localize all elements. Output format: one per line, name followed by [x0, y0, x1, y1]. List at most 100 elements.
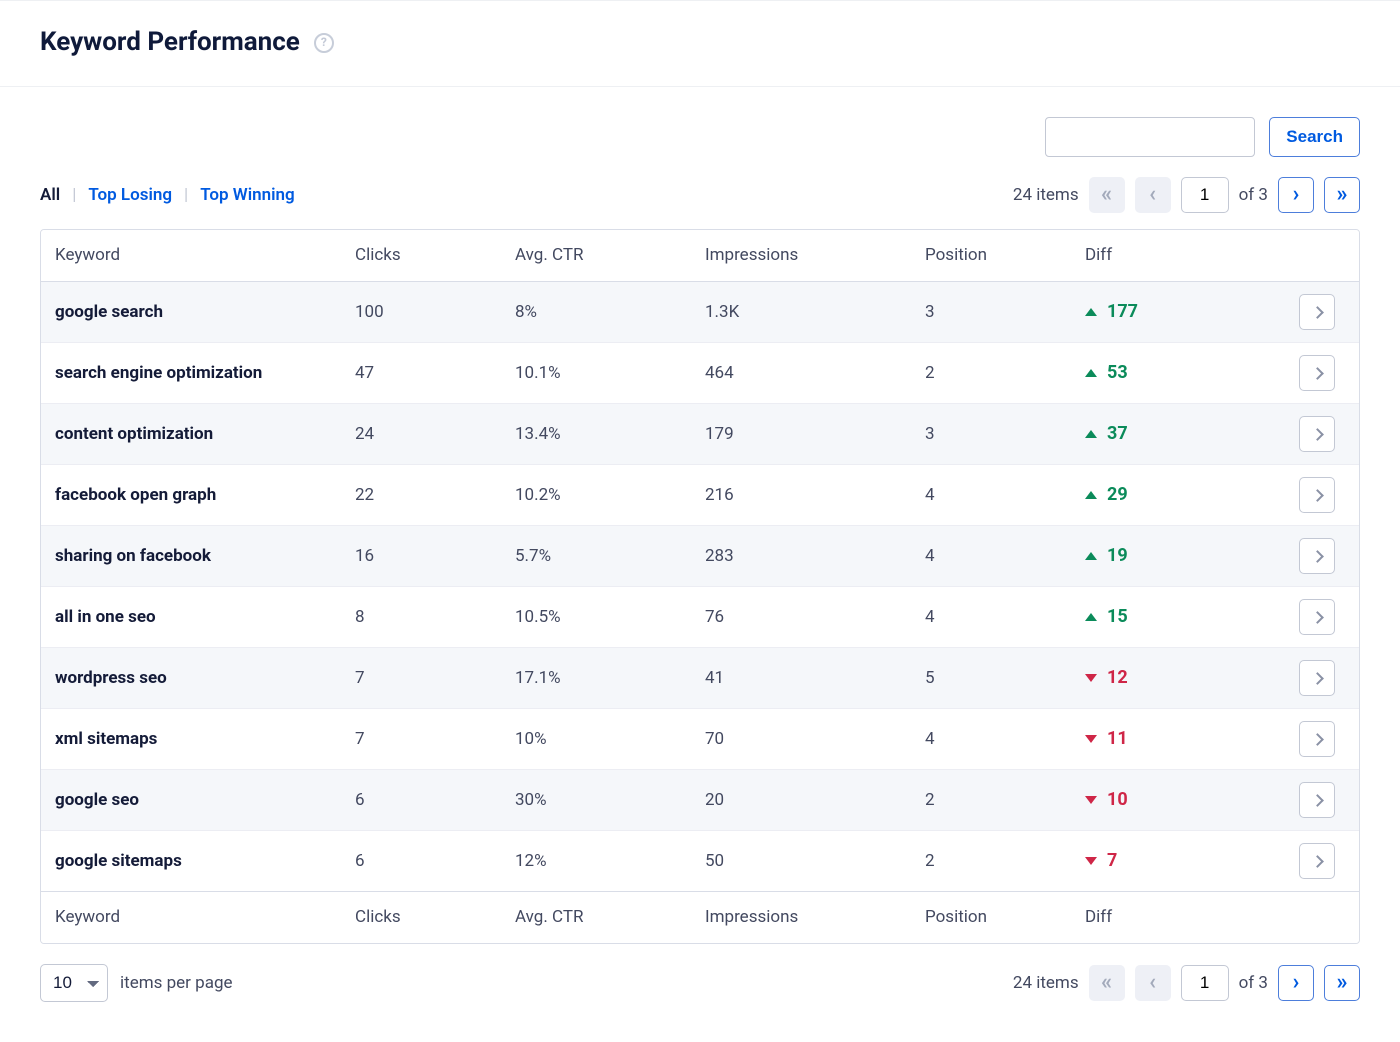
cell-position: 2 [925, 789, 1085, 812]
cell-position: 2 [925, 362, 1085, 385]
cell-position: 4 [925, 728, 1085, 751]
tab-separator: | [72, 184, 76, 207]
trend-down-icon [1085, 796, 1097, 804]
cell-diff: 177 [1085, 300, 1255, 324]
cell-keyword: google sitemaps [55, 850, 355, 873]
expand-row-button[interactable] [1299, 721, 1335, 757]
expand-row-button[interactable] [1299, 782, 1335, 818]
cell-keyword: search engine optimization [55, 362, 355, 385]
items-per-page-select[interactable]: 10 [40, 964, 108, 1002]
cell-clicks: 6 [355, 789, 515, 812]
diff-value: 11 [1107, 727, 1128, 751]
items-count: 24 items [1013, 184, 1079, 207]
col-position-foot: Position [925, 906, 1085, 929]
cell-diff: 15 [1085, 605, 1255, 629]
table-row: content optimization2413.4%179337 [41, 404, 1359, 465]
diff-value: 10 [1107, 788, 1128, 812]
table-row: all in one seo810.5%76415 [41, 587, 1359, 648]
page-of-label: of 3 [1239, 184, 1268, 207]
items-per-page-label: items per page [120, 972, 233, 995]
cell-ctr: 12% [515, 850, 705, 873]
col-clicks[interactable]: Clicks [355, 244, 515, 267]
expand-row-button[interactable] [1299, 477, 1335, 513]
pagination-bottom: 24 items « ‹ of 3 › » [1013, 965, 1360, 1001]
cell-clicks: 22 [355, 484, 515, 507]
col-position[interactable]: Position [925, 244, 1085, 267]
cell-clicks: 7 [355, 667, 515, 690]
cell-ctr: 10.2% [515, 484, 705, 507]
expand-row-button[interactable] [1299, 843, 1335, 879]
expand-row-button[interactable] [1299, 599, 1335, 635]
tab-top-winning[interactable]: Top Winning [200, 184, 294, 207]
cell-ctr: 10.1% [515, 362, 705, 385]
cell-diff: 19 [1085, 544, 1255, 568]
page-number-input-bottom[interactable] [1181, 965, 1229, 1001]
trend-up-icon [1085, 430, 1097, 438]
cell-ctr: 10% [515, 728, 705, 751]
cell-clicks: 100 [355, 301, 515, 324]
trend-up-icon [1085, 613, 1097, 621]
cell-position: 2 [925, 850, 1085, 873]
table-row: google search1008%1.3K3177 [41, 282, 1359, 343]
next-page-button[interactable]: › [1278, 177, 1314, 213]
cell-diff: 29 [1085, 483, 1255, 507]
tab-top-losing[interactable]: Top Losing [88, 184, 172, 207]
page-of-label-bottom: of 3 [1239, 972, 1268, 995]
col-ctr[interactable]: Avg. CTR [515, 244, 705, 267]
expand-row-button[interactable] [1299, 294, 1335, 330]
col-keyword[interactable]: Keyword [55, 244, 355, 267]
search-input[interactable] [1045, 117, 1255, 157]
chevron-right-icon [1311, 794, 1324, 807]
cell-impressions: 283 [705, 545, 925, 568]
diff-value: 37 [1107, 422, 1128, 446]
cell-clicks: 16 [355, 545, 515, 568]
cell-ctr: 8% [515, 301, 705, 324]
pagination-top: 24 items « ‹ of 3 › » [1013, 177, 1360, 213]
chevron-right-icon [1311, 672, 1324, 685]
chevron-right-icon [1311, 855, 1324, 868]
last-page-button[interactable]: » [1324, 177, 1360, 213]
col-diff[interactable]: Diff [1085, 244, 1255, 267]
next-page-button-bottom[interactable]: › [1278, 965, 1314, 1001]
cell-position: 3 [925, 301, 1085, 324]
help-icon[interactable]: ? [314, 33, 334, 53]
col-impressions[interactable]: Impressions [705, 244, 925, 267]
table-row: wordpress seo717.1%41512 [41, 648, 1359, 709]
prev-page-button-bottom: ‹ [1135, 965, 1171, 1001]
chevron-right-icon [1311, 733, 1324, 746]
cell-diff: 10 [1085, 788, 1255, 812]
cell-diff: 53 [1085, 361, 1255, 385]
page-number-input[interactable] [1181, 177, 1229, 213]
first-page-button: « [1089, 177, 1125, 213]
page-title: Keyword Performance [40, 25, 300, 60]
expand-row-button[interactable] [1299, 538, 1335, 574]
cell-impressions: 179 [705, 423, 925, 446]
table-row: sharing on facebook165.7%283419 [41, 526, 1359, 587]
trend-down-icon [1085, 735, 1097, 743]
cell-position: 4 [925, 484, 1085, 507]
diff-value: 53 [1107, 361, 1128, 385]
cell-position: 4 [925, 545, 1085, 568]
cell-ctr: 5.7% [515, 545, 705, 568]
cell-diff: 11 [1085, 727, 1255, 751]
cell-clicks: 6 [355, 850, 515, 873]
search-button[interactable]: Search [1269, 117, 1360, 157]
col-impressions-foot: Impressions [705, 906, 925, 929]
trend-up-icon [1085, 491, 1097, 499]
cell-impressions: 464 [705, 362, 925, 385]
chevron-right-icon [1311, 428, 1324, 441]
expand-row-button[interactable] [1299, 416, 1335, 452]
table-row: google seo630%20210 [41, 770, 1359, 831]
last-page-button-bottom[interactable]: » [1324, 965, 1360, 1001]
tab-all[interactable]: All [40, 184, 60, 207]
chevron-right-icon [1311, 367, 1324, 380]
chevron-right-icon [1311, 611, 1324, 624]
cell-ctr: 17.1% [515, 667, 705, 690]
cell-keyword: sharing on facebook [55, 545, 355, 568]
diff-value: 177 [1107, 300, 1138, 324]
col-keyword-foot: Keyword [55, 906, 355, 929]
cell-diff: 12 [1085, 666, 1255, 690]
expand-row-button[interactable] [1299, 660, 1335, 696]
expand-row-button[interactable] [1299, 355, 1335, 391]
diff-value: 15 [1107, 605, 1128, 629]
